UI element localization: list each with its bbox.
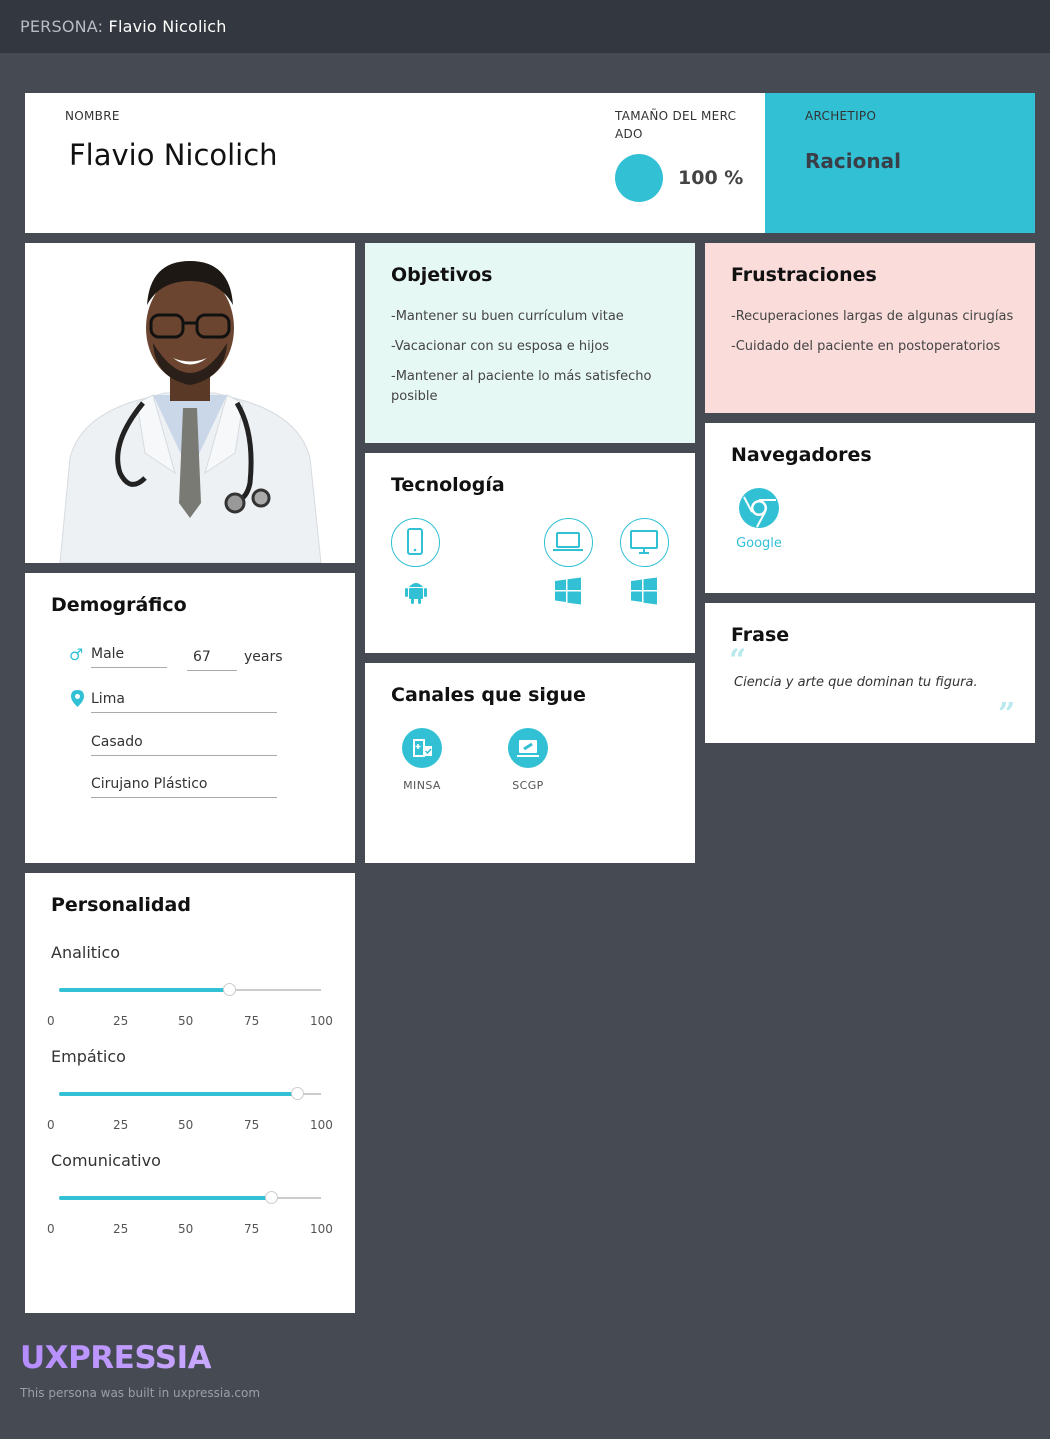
market-size-circle — [615, 154, 663, 202]
chrome-icon[interactable] — [738, 487, 780, 533]
trait-tick-label: 100 — [310, 1118, 333, 1132]
uxpressia-logo[interactable]: UXPRESSIA — [20, 1340, 212, 1376]
objective-item[interactable]: -Vacacionar con su esposa e hijos — [391, 337, 675, 357]
trait-tick-label: 0 — [47, 1222, 55, 1236]
clinic-icon[interactable] — [508, 728, 548, 768]
market-size-value[interactable]: 100 % — [678, 167, 743, 189]
smartphone-icon[interactable] — [391, 518, 440, 567]
open-quote-icon: “ — [729, 643, 747, 678]
header-card: NOMBRE Flavio Nicolich TAMAÑO DEL MERC A… — [25, 93, 1035, 233]
location-field[interactable]: Lima — [91, 691, 277, 713]
technology-title: Tecnología — [391, 474, 505, 496]
archetype-label: ARCHETIPO — [805, 109, 877, 123]
footer-text: This persona was built in uxpressia.com — [20, 1386, 261, 1400]
persona-prefix: PERSONA: — [20, 17, 104, 36]
archetype-value[interactable]: Racional — [805, 149, 901, 173]
frustrations-title: Frustraciones — [731, 264, 877, 286]
archetype-panel: ARCHETIPO Racional — [765, 93, 1035, 233]
technology-card: Tecnología — [365, 453, 695, 653]
trait-tick-label: 100 — [310, 1014, 333, 1028]
occupation-field[interactable]: Cirujano Plástico — [91, 776, 277, 798]
channel-label: MINSA — [403, 779, 441, 792]
market-label-1: TAMAÑO DEL MERC — [615, 109, 737, 123]
top-bar: PERSONA: Flavio Nicolich — [0, 0, 1050, 53]
frustration-item[interactable]: -Cuidado del paciente en postoperatorios — [731, 337, 1015, 357]
browser-label: Google — [736, 536, 782, 551]
trait-label: Empático — [51, 1047, 126, 1066]
trait-tick-label: 50 — [178, 1222, 194, 1236]
trait-slider[interactable] — [59, 1191, 321, 1204]
male-icon: ♂ — [69, 645, 84, 664]
close-quote-icon: ” — [998, 697, 1016, 732]
persona-title: PERSONA: Flavio Nicolich — [20, 17, 227, 36]
trait-label: Analitico — [51, 943, 121, 962]
trait-slider-handle[interactable] — [291, 1087, 305, 1100]
trait-slider-handle[interactable] — [265, 1191, 279, 1204]
persona-full-name[interactable]: Flavio Nicolich — [69, 138, 278, 172]
objective-item[interactable]: -Mantener al paciente lo más satisfecho … — [391, 367, 675, 407]
windows-icon — [630, 577, 658, 609]
trait-tick-label: 0 — [47, 1118, 55, 1132]
laptop-icon[interactable] — [544, 518, 593, 567]
trait-slider-fill — [59, 988, 230, 992]
trait-slider-handle[interactable] — [223, 983, 237, 996]
objectives-list: -Mantener su buen currículum vitae -Vaca… — [391, 307, 675, 417]
market-label-2: ADO — [615, 127, 643, 141]
age-field[interactable]: 67 — [187, 649, 237, 671]
desktop-icon[interactable] — [620, 518, 669, 567]
trait-tick-label: 25 — [113, 1014, 129, 1028]
frustrations-list: -Recuperaciones largas de algunas cirugí… — [731, 307, 1015, 367]
trait-tick-label: 25 — [113, 1222, 129, 1236]
demographic-title: Demográfico — [51, 594, 187, 616]
demographic-card: Demográfico ♂ Male 67 years Lima Casado … — [25, 573, 355, 863]
browsers-card: Navegadores Google — [705, 423, 1035, 593]
browsers-title: Navegadores — [731, 444, 872, 466]
channels-title: Canales que sigue — [391, 684, 586, 706]
trait-tick-label: 0 — [47, 1014, 55, 1028]
doctor-illustration — [59, 261, 322, 563]
location-icon — [71, 690, 84, 711]
persona-name: Flavio Nicolich — [108, 17, 227, 36]
trait-slider[interactable] — [59, 983, 321, 996]
objectives-card: Objetivos -Mantener su buen currículum v… — [365, 243, 695, 443]
age-unit: years — [244, 649, 283, 665]
persona-photo — [25, 243, 355, 563]
frustration-item[interactable]: -Recuperaciones largas de algunas cirugí… — [731, 307, 1015, 327]
trait-slider-fill — [59, 1092, 298, 1096]
marital-status-field[interactable]: Casado — [91, 734, 277, 756]
trait-tick-label: 50 — [178, 1118, 194, 1132]
personality-title: Personalidad — [51, 894, 191, 916]
channels-card: Canales que sigue MINSA SCGP — [365, 663, 695, 863]
name-label: NOMBRE — [65, 109, 120, 123]
windows-icon — [554, 577, 582, 609]
trait-slider[interactable] — [59, 1087, 321, 1100]
trait-tick-label: 75 — [244, 1222, 260, 1236]
trait-tick-label: 25 — [113, 1118, 129, 1132]
trait-label: Comunicativo — [51, 1151, 161, 1170]
gender-field[interactable]: Male — [91, 646, 167, 668]
objectives-title: Objetivos — [391, 264, 493, 286]
trait-tick-label: 100 — [310, 1222, 333, 1236]
hospital-icon[interactable] — [402, 728, 442, 768]
quote-card: Frase “ Ciencia y arte que dominan tu fi… — [705, 603, 1035, 743]
channel-label: SCGP — [512, 779, 544, 792]
trait-tick-label: 75 — [244, 1118, 260, 1132]
android-icon — [403, 577, 429, 609]
personality-card: Personalidad Analitico 0 25 50 75 100 Empático… — [25, 873, 355, 1313]
frustrations-card: Frustraciones -Recuperaciones largas de … — [705, 243, 1035, 413]
quote-text[interactable]: Ciencia y arte que dominan tu figura. — [734, 675, 978, 690]
objective-item[interactable]: -Mantener su buen currículum vitae — [391, 307, 675, 327]
trait-tick-label: 75 — [244, 1014, 260, 1028]
trait-tick-label: 50 — [178, 1014, 194, 1028]
trait-slider-fill — [59, 1196, 272, 1200]
